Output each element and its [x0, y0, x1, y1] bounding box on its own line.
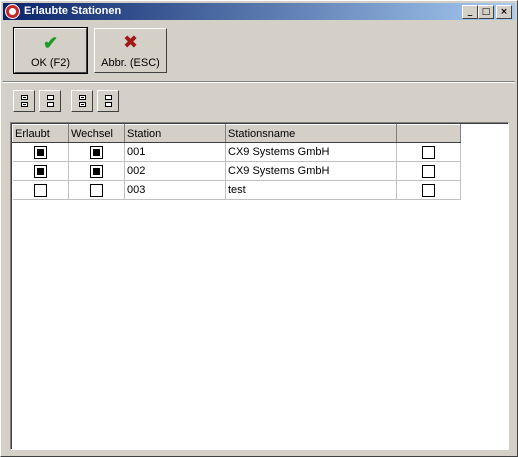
deselect-all-icon: [47, 95, 54, 107]
erlaubt-checkbox[interactable]: [33, 164, 47, 178]
column-header-station[interactable]: Station: [124, 124, 226, 143]
column-header-stationsname[interactable]: Stationsname: [225, 124, 397, 143]
wechsel-cell[interactable]: [68, 161, 125, 181]
extra-cell[interactable]: [396, 142, 461, 162]
extra-checkbox[interactable]: [422, 183, 435, 197]
stations-table: Erlaubt Wechsel Station Stationsname 001…: [12, 124, 461, 200]
station-cell[interactable]: 001: [124, 142, 226, 162]
cancel-button[interactable]: ✖ Abbr. (ESC): [94, 28, 167, 73]
separator: [3, 81, 515, 83]
table-row[interactable]: 001 CX9 Systems GmbH: [12, 142, 461, 162]
wechsel-cell[interactable]: [68, 142, 125, 162]
stationsname-cell[interactable]: CX9 Systems GmbH: [225, 161, 397, 181]
extra-cell[interactable]: [396, 161, 461, 181]
column-header-erlaubt[interactable]: Erlaubt: [12, 124, 69, 143]
table-row[interactable]: 003 test: [12, 180, 461, 200]
extra-cell[interactable]: [396, 180, 461, 200]
station-cell[interactable]: 002: [124, 161, 226, 181]
app-icon: [5, 4, 20, 19]
stations-grid[interactable]: Erlaubt Wechsel Station Stationsname 001…: [10, 122, 509, 450]
close-button[interactable]: ×: [496, 5, 512, 19]
table-row[interactable]: 002 CX9 Systems GmbH: [12, 161, 461, 181]
select-all-erlaubt-button[interactable]: [13, 90, 35, 112]
deselect-all-wechsel-button[interactable]: [97, 90, 119, 112]
select-all-icon: [21, 95, 28, 107]
wechsel-checkbox[interactable]: [90, 145, 103, 159]
erlaubt-cell[interactable]: [12, 180, 69, 200]
window-title: Erlaubte Stationen: [24, 5, 122, 17]
toolbar: ✔ OK (F2) ✖ Abbr. (ESC): [3, 22, 515, 80]
header-row: Erlaubt Wechsel Station Stationsname: [12, 124, 461, 143]
stationsname-cell[interactable]: CX9 Systems GmbH: [225, 142, 397, 162]
column-header-wechsel[interactable]: Wechsel: [68, 124, 125, 143]
title-bar[interactable]: Erlaubte Stationen _ □ ×: [3, 3, 515, 20]
minimize-button[interactable]: _: [462, 5, 478, 19]
check-icon: ✔: [42, 33, 59, 53]
wechsel-cell[interactable]: [68, 180, 125, 200]
ok-button[interactable]: ✔ OK (F2): [13, 27, 88, 74]
stationsname-cell[interactable]: test: [225, 180, 397, 200]
extra-checkbox[interactable]: [422, 164, 435, 178]
station-cell[interactable]: 003: [124, 180, 226, 200]
erlaubt-checkbox[interactable]: [33, 183, 47, 197]
wechsel-checkbox[interactable]: [90, 164, 103, 178]
erlaubt-cell[interactable]: [12, 161, 69, 181]
erlaubt-cell[interactable]: [12, 142, 69, 162]
extra-checkbox[interactable]: [422, 145, 435, 159]
deselect-all-icon: [105, 95, 112, 107]
deselect-all-erlaubt-button[interactable]: [39, 90, 61, 112]
cancel-button-label: Abbr. (ESC): [101, 57, 160, 69]
select-all-icon: [79, 95, 86, 107]
erlaubt-checkbox[interactable]: [33, 145, 47, 159]
wechsel-checkbox[interactable]: [90, 183, 103, 197]
x-icon: ✖: [122, 32, 139, 53]
select-all-wechsel-button[interactable]: [71, 90, 93, 112]
maximize-button[interactable]: □: [478, 5, 494, 19]
column-header-extra[interactable]: [396, 124, 461, 143]
dialog-window: Erlaubte Stationen _ □ × ✔ OK (F2) ✖ Abb…: [0, 0, 518, 457]
ok-button-label: OK (F2): [30, 57, 71, 69]
